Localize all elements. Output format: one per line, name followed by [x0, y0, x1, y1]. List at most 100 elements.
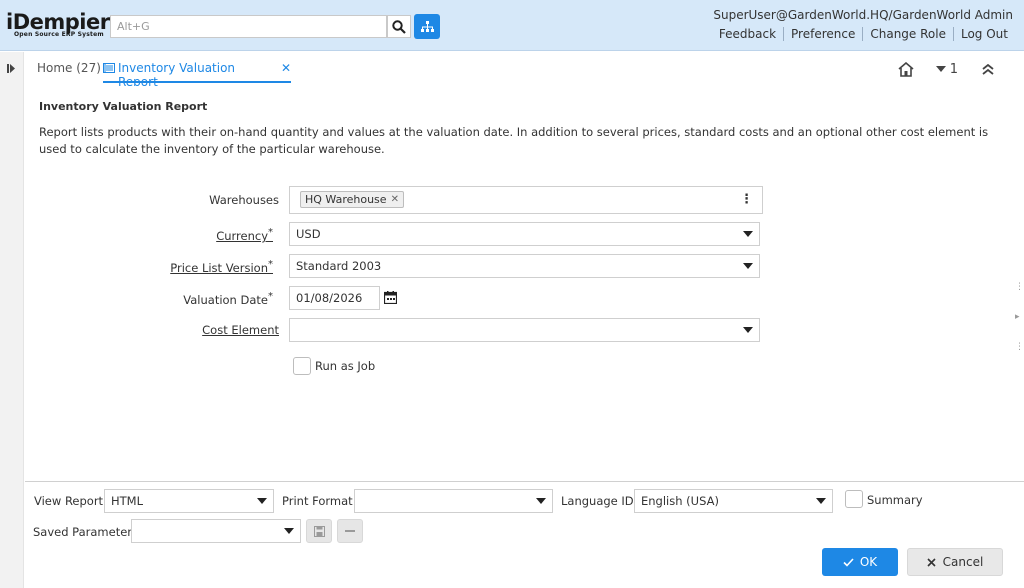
report-icon — [103, 62, 115, 81]
caret-down-icon — [284, 528, 294, 534]
home-button[interactable] — [898, 61, 914, 77]
valuation-date-input[interactable]: 01/08/2026 — [289, 286, 380, 310]
tab-bar: Home (27) Inventory Valuation Report ✕ 1 — [25, 52, 1024, 89]
summary-checkbox[interactable] — [845, 490, 863, 508]
caret-down-icon — [743, 231, 753, 237]
save-icon — [313, 525, 325, 537]
search-icon — [392, 19, 406, 34]
tab-tools: 1 — [882, 58, 1024, 80]
feedback-link[interactable]: Feedback — [712, 27, 783, 41]
splitter-handle-icon[interactable]: ⋮ — [1015, 342, 1024, 352]
logout-link[interactable]: Log Out — [952, 27, 1015, 41]
report-description: Report lists products with their on-hand… — [39, 125, 989, 156]
change-role-link[interactable]: Change Role — [862, 27, 953, 41]
print-format-dropdown-button[interactable] — [530, 490, 552, 512]
window-switcher[interactable]: 1 — [935, 61, 958, 77]
right-panel-collapsed: ⋮ ▸ ⋮ — [1012, 86, 1024, 481]
sitemap-icon — [420, 20, 434, 32]
expand-right-panel-icon[interactable]: ▸ — [1015, 312, 1020, 322]
currency-label[interactable]: Currency* — [73, 227, 273, 243]
more-options-icon[interactable]: ⋮ — [740, 192, 753, 207]
saved-parameters-select[interactable] — [131, 519, 301, 543]
view-report-select[interactable]: HTML — [104, 489, 274, 513]
caret-down-icon — [743, 263, 753, 269]
price-list-dropdown-button[interactable] — [737, 255, 759, 277]
price-list-value: Standard 2003 — [296, 259, 382, 273]
view-report-value: HTML — [111, 494, 144, 508]
warehouses-label: Warehouses — [79, 193, 279, 207]
home-icon — [898, 61, 914, 77]
saved-parameters-dropdown-button[interactable] — [278, 520, 300, 542]
save-parameters-button[interactable] — [306, 519, 332, 543]
currency-dropdown-button[interactable] — [737, 223, 759, 245]
warehouses-field[interactable]: HQ Warehouse ✕ — [289, 186, 763, 214]
logo-subtitle: Open Source ERP System — [14, 31, 104, 38]
report-options-bar: View Report HTML Print Format Language I… — [25, 481, 1024, 588]
menu-tree-button[interactable] — [414, 14, 440, 39]
tab-home[interactable]: Home (27) — [37, 61, 101, 75]
cost-element-dropdown-button[interactable] — [737, 319, 759, 341]
print-format-select[interactable] — [354, 489, 553, 513]
user-context[interactable]: SuperUser@GardenWorld.HQ/GardenWorld Adm… — [713, 8, 1013, 22]
language-select[interactable]: English (USA) — [634, 489, 833, 513]
check-icon — [843, 557, 854, 567]
run-as-job-label: Run as Job — [315, 359, 376, 373]
print-format-label: Print Format — [282, 494, 353, 508]
splitter-handle-icon[interactable]: ⋮ — [1015, 282, 1024, 292]
window-count: 1 — [949, 61, 958, 77]
cost-element-select[interactable] — [289, 318, 760, 342]
app-header: iDempiere Open Source ERP System Alt+G S… — [0, 0, 1024, 51]
caret-down-icon — [935, 66, 946, 72]
caret-down-icon — [743, 327, 753, 333]
remove-chip-icon[interactable]: ✕ — [391, 194, 399, 205]
calendar-button[interactable] — [383, 291, 398, 307]
view-report-dropdown-button[interactable] — [251, 490, 273, 512]
currency-label-text: Currency — [216, 228, 268, 243]
caret-down-icon — [536, 498, 546, 504]
currency-value: USD — [296, 227, 321, 241]
warehouse-chip-label: HQ Warehouse — [305, 193, 387, 206]
saved-parameters-label: Saved Parameters — [33, 525, 139, 539]
header-links: Feedback Preference Change Role Log Out — [712, 27, 1015, 41]
collapse-button[interactable] — [982, 63, 994, 75]
cancel-label: Cancel — [942, 555, 984, 569]
close-tab-icon[interactable]: ✕ — [281, 61, 291, 81]
cancel-button[interactable]: Cancel — [907, 548, 1003, 576]
left-panel-collapsed — [0, 52, 24, 588]
price-list-label-text: Price List Version — [170, 260, 268, 275]
run-as-job-checkbox[interactable] — [293, 357, 311, 375]
global-search-input[interactable]: Alt+G — [110, 15, 387, 38]
tab-inventory-valuation-report[interactable]: Inventory Valuation Report ✕ — [103, 52, 291, 89]
double-chevron-up-icon — [982, 63, 994, 75]
preference-link[interactable]: Preference — [783, 27, 862, 41]
caret-down-icon — [257, 498, 267, 504]
valuation-date-value: 01/08/2026 — [296, 291, 363, 305]
calendar-icon — [383, 291, 398, 305]
ok-label: OK — [859, 555, 878, 569]
ok-button[interactable]: OK — [822, 548, 898, 576]
language-label: Language ID — [561, 494, 634, 508]
valuation-date-label: Valuation Date* — [73, 291, 273, 307]
expand-right-icon — [7, 64, 15, 73]
warehouses-label-text: Warehouses — [209, 193, 279, 207]
minus-icon — [345, 530, 355, 532]
cost-element-label-text: Cost Element — [202, 323, 279, 337]
app-logo[interactable]: iDempiere Open Source ERP System — [6, 11, 124, 38]
tab-label: Inventory Valuation Report — [118, 61, 236, 89]
caret-down-icon — [816, 498, 826, 504]
language-dropdown-button[interactable] — [810, 490, 832, 512]
currency-select[interactable]: USD — [289, 222, 760, 246]
required-mark: * — [268, 227, 273, 238]
report-title: Inventory Valuation Report — [39, 100, 208, 113]
report-parameter-panel: Inventory Valuation Report Report lists … — [25, 86, 1012, 481]
search-button[interactable] — [387, 15, 411, 38]
warehouse-chip: HQ Warehouse ✕ — [300, 191, 404, 208]
view-report-label: View Report — [34, 494, 104, 508]
cost-element-label[interactable]: Cost Element — [79, 323, 279, 337]
price-list-select[interactable]: Standard 2003 — [289, 254, 760, 278]
required-mark: * — [268, 259, 273, 270]
price-list-label[interactable]: Price List Version* — [73, 259, 273, 275]
language-value: English (USA) — [641, 494, 719, 508]
expand-panel-button[interactable] — [7, 62, 15, 76]
delete-parameters-button[interactable] — [337, 519, 363, 543]
